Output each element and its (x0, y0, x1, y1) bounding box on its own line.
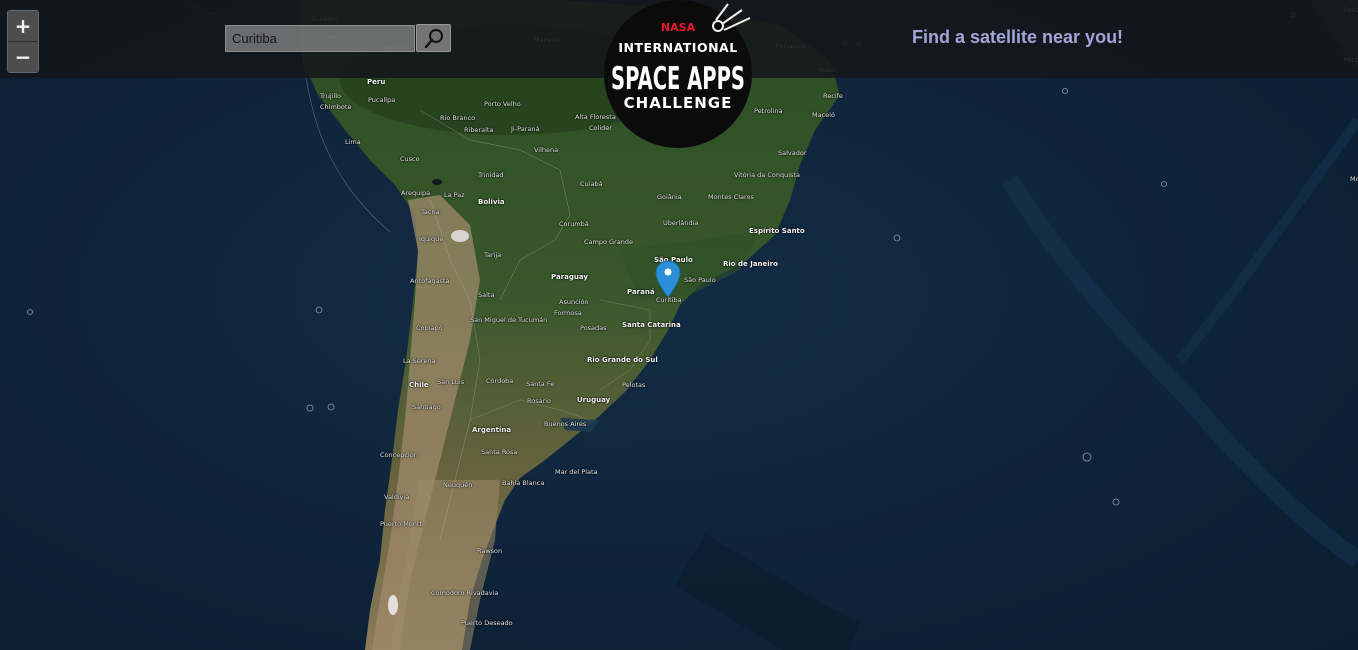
zoom-control: + − (7, 10, 39, 73)
logo-nasa-text: NASA (661, 21, 696, 34)
search-button[interactable] (416, 24, 451, 52)
search-icon (424, 29, 443, 49)
logo-space-apps-text: SPACE APPS (611, 61, 745, 97)
logo-challenge-text: CHALLENGE (624, 94, 733, 112)
zoom-out-button[interactable]: − (8, 41, 38, 72)
search-input[interactable] (226, 26, 414, 51)
logo-international-text: INTERNATIONAL (618, 40, 737, 55)
location-marker[interactable] (655, 260, 681, 298)
tagline: Find a satellite near you! (912, 27, 1124, 47)
search-field (225, 25, 415, 52)
space-apps-logo: NASA INTERNATIONAL SPACE APPS CHALLENGE (604, 0, 752, 148)
zoom-in-button[interactable]: + (8, 11, 38, 41)
